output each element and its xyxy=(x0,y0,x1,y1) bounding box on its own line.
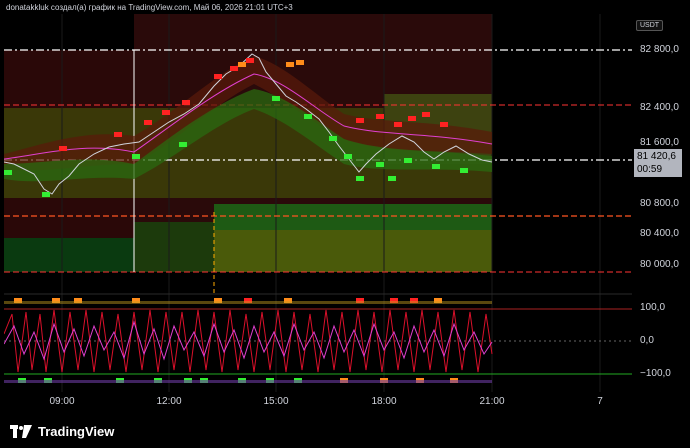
time-axis[interactable]: 09:00 12:00 15:00 18:00 21:00 7 xyxy=(4,392,632,412)
time-label: 7 xyxy=(597,396,603,407)
price-label: 80 800,0 xyxy=(640,198,679,209)
brand[interactable]: TradingView xyxy=(10,424,114,439)
tradingview-logo-icon xyxy=(10,425,32,438)
brand-name: TradingView xyxy=(38,424,115,439)
price-label: 81 600,0 xyxy=(640,137,679,148)
chart-area[interactable] xyxy=(3,14,632,392)
time-label: 21:00 xyxy=(479,396,505,407)
oscillator-bottom-strip xyxy=(4,380,492,383)
oscillator-label: 100,0 xyxy=(640,302,666,313)
bar-countdown: 00:59 xyxy=(637,164,663,175)
price-label: 80 000,0 xyxy=(640,259,679,270)
zone-green-left xyxy=(4,238,134,272)
footer: TradingView xyxy=(0,414,690,448)
time-label: 18:00 xyxy=(371,396,397,407)
zone-green-mid xyxy=(134,222,214,272)
time-label: 12:00 xyxy=(156,396,182,407)
time-label: 15:00 xyxy=(263,396,289,407)
time-label: 09:00 xyxy=(49,396,75,407)
current-price-tag: 81 420,6 00:59 xyxy=(634,149,682,177)
current-price: 81 420,6 xyxy=(637,151,676,162)
oscillator-label: −100,0 xyxy=(640,368,671,379)
oscillator-red-line xyxy=(3,309,493,373)
zone-green-band xyxy=(214,204,492,230)
price-label: 82 800,0 xyxy=(640,44,679,55)
chart-caption: donatakkluk создал(а) график на TradingV… xyxy=(6,3,293,12)
oscillator-top-strip xyxy=(4,301,492,304)
oscillator-label: 0,0 xyxy=(640,335,654,346)
price-label: 82 400,0 xyxy=(640,102,679,113)
currency-badge[interactable]: USDT xyxy=(636,20,664,31)
price-label: 80 400,0 xyxy=(640,228,679,239)
price-chart-svg xyxy=(3,14,632,392)
